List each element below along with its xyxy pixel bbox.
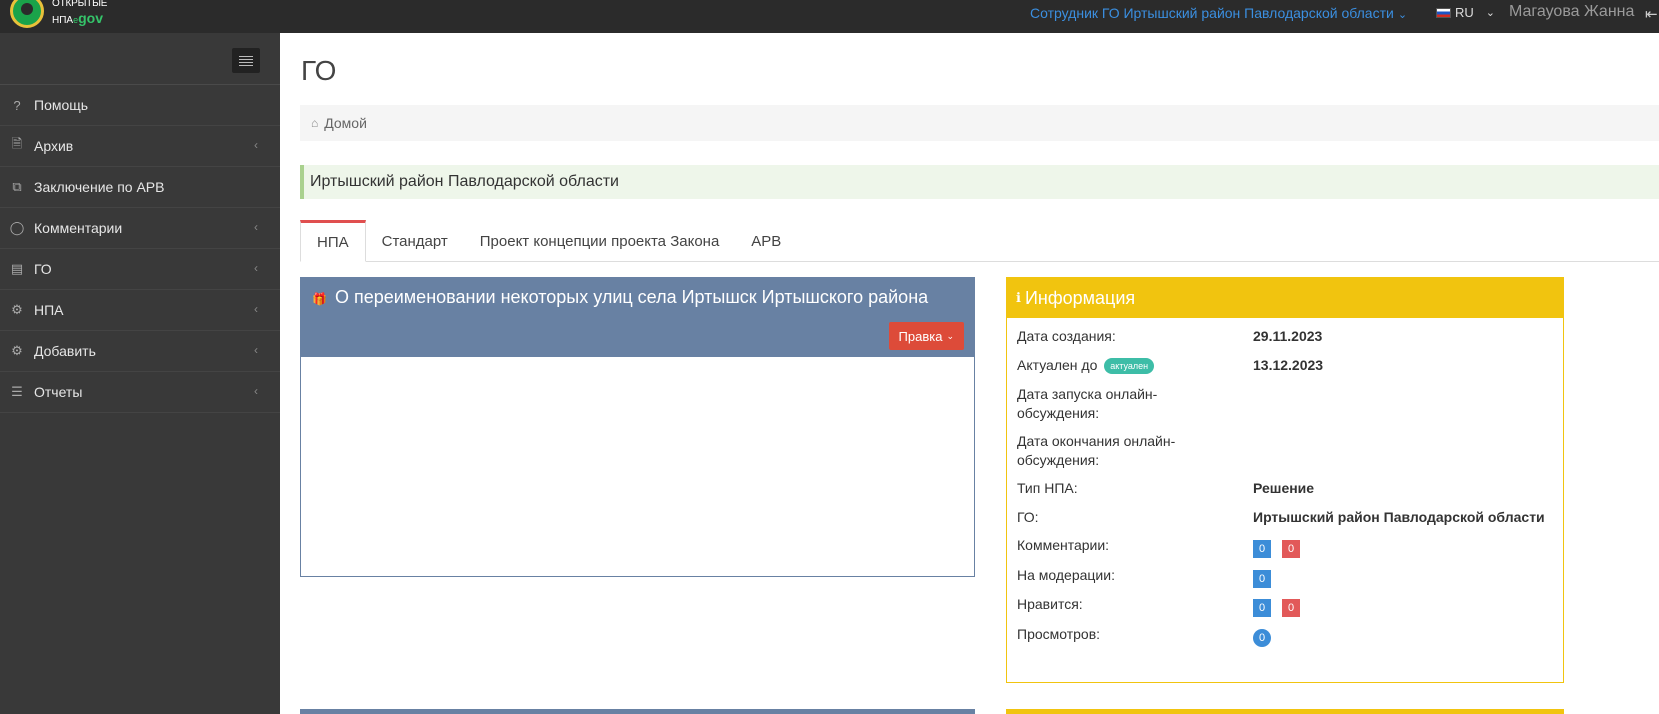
moderation-count-badge[interactable]: 0 [1253,570,1271,588]
info-panel-header: ℹ Информация [1007,278,1563,318]
region-banner: Иртышский район Павлодарской области [300,165,1659,199]
go-label: ГО: [1017,509,1039,525]
sidebar-item-reports[interactable]: ☰ Отчеты ‹ [0,372,280,413]
question-icon: ? [13,97,21,113]
sidebar: ? Помощь 🗎 Архив ‹ ⧉ Заключение по АРВ ◯… [0,33,280,714]
actual-until-label: Актуален до актуален [1017,357,1155,375]
chevron-left-icon: ‹ [254,343,258,357]
language-label: RU [1455,5,1474,20]
info-icon: ℹ [1016,290,1021,305]
top-navbar: ОТКРЫТЫЕ НПАegov Сотрудник ГО Иртышский … [0,0,1659,33]
copy-icon: ⧉ [12,179,22,194]
chevron-down-icon: ⌄ [1397,9,1408,21]
russia-flag-icon [1436,7,1451,18]
go-value: Иртышский район Павлодарской области [1253,509,1545,525]
logout-icon[interactable]: ⇤ [1645,5,1658,23]
logo[interactable]: ОТКРЫТЫЕ НПАegov [8,0,118,30]
comments-label: Комментарии: [1017,537,1110,553]
breadcrumb: ⌂ Домой [300,105,1659,141]
next-info-panel-header [1006,709,1564,714]
gear-icon: ⚙ [11,302,23,317]
gift-icon: 🎁 [312,292,327,306]
list-icon: ☰ [11,384,23,399]
info-panel: ℹ Информация Дата создания: 29.11.2023 А… [1006,277,1564,683]
created-label: Дата создания: [1017,328,1116,344]
chevron-left-icon: ‹ [254,302,258,316]
likes-count-badge[interactable]: 0 [1253,599,1271,617]
sidebar-item-archive[interactable]: 🗎 Архив ‹ [0,126,280,167]
sidebar-item-label: НПА [34,302,64,318]
sidebar-item-comments[interactable]: ◯ Комментарии ‹ [0,208,280,249]
created-value: 29.11.2023 [1253,328,1323,344]
sidebar-item-label: Отчеты [34,384,83,400]
tabs: НПА Стандарт Проект концепции проекта За… [300,220,1659,262]
document-title: 🎁 О переименовании некоторых улиц села И… [312,287,929,307]
npa-type-label: Тип НПА: [1017,480,1078,496]
sidebar-item-label: Помощь [34,97,89,113]
sidebar-item-arv-conclusion[interactable]: ⧉ Заключение по АРВ [0,167,280,208]
moderation-label: На модерации: [1017,567,1115,583]
role-label: Сотрудник ГО Иртышский район Павлодарско… [1030,5,1394,21]
next-panel-header [300,709,975,714]
discussion-start-label: Дата запуска онлайн-обсуждения: [1017,386,1158,421]
comments-count-badge[interactable]: 0 [1253,540,1271,558]
info-panel-title: Информация [1024,287,1136,308]
document-panel: 🎁 О переименовании некоторых улиц села И… [300,277,975,577]
actual-status-badge: актуален [1104,358,1155,375]
tab-law-concept[interactable]: Проект концепции проекта Закона [464,220,736,262]
actual-until-value: 13.12.2023 [1253,357,1324,373]
chevron-left-icon: ‹ [254,384,258,398]
logo-line2: НПАegov [52,10,103,26]
language-dropdown[interactable]: RU ⌄ [1436,5,1495,20]
sidebar-item-label: Архив [34,138,74,154]
archive-file-icon: 🗎 [11,136,23,151]
document-panel-header: 🎁 О переименовании некоторых улиц села И… [301,278,974,357]
sidebar-item-help[interactable]: ? Помощь [0,85,280,126]
comments-negative-badge[interactable]: 0 [1282,540,1300,558]
home-icon: ⌂ [311,116,319,130]
briefcase-icon: ▤ [10,261,24,276]
chevron-down-icon: ⌄ [946,330,954,341]
sidebar-item-go[interactable]: ▤ ГО ‹ [0,249,280,290]
sidebar-item-label: Комментарии [34,220,123,236]
sidebar-item-label: Добавить [34,343,96,359]
edit-dropdown-button[interactable]: Правка ⌄ [888,322,964,350]
discussion-end-label: Дата окончания онлайн-обсуждения: [1017,433,1176,468]
views-count-badge: 0 [1253,629,1271,647]
page-title: ГО [301,55,337,86]
logo-emblem-icon [10,0,44,28]
tab-arv[interactable]: АРВ [735,220,797,262]
chevron-down-icon: ⌄ [1485,7,1495,19]
sidebar-item-npa[interactable]: ⚙ НПА ‹ [0,290,280,331]
chevron-left-icon: ‹ [254,220,258,234]
npa-type-value: Решение [1253,480,1315,496]
breadcrumb-home-link[interactable]: Домой [324,115,367,131]
sidebar-header [0,33,280,85]
views-label: Просмотров: [1017,626,1101,642]
sidebar-toggle-button[interactable] [232,48,260,73]
user-name[interactable]: Магауова Жанна [1509,3,1634,21]
gear-icon: ⚙ [11,343,23,358]
chevron-left-icon: ‹ [254,138,258,152]
main-content: ГО ⌂ Домой Иртышский район Павлодарской … [280,33,1659,714]
logo-line1: ОТКРЫТЫЕ [52,0,108,9]
likes-label: Нравится: [1017,596,1083,612]
edit-button-label: Правка [898,328,943,344]
sidebar-item-add[interactable]: ⚙ Добавить ‹ [0,331,280,372]
role-dropdown[interactable]: Сотрудник ГО Иртышский район Павлодарско… [1030,5,1407,21]
chevron-left-icon: ‹ [254,261,258,275]
tab-standard[interactable]: Стандарт [366,220,464,262]
sidebar-item-label: ГО [34,261,52,277]
tab-npa[interactable]: НПА [300,220,366,262]
comment-icon: ◯ [9,220,25,235]
sidebar-item-label: Заключение по АРВ [34,179,165,195]
dislikes-count-badge[interactable]: 0 [1282,599,1300,617]
